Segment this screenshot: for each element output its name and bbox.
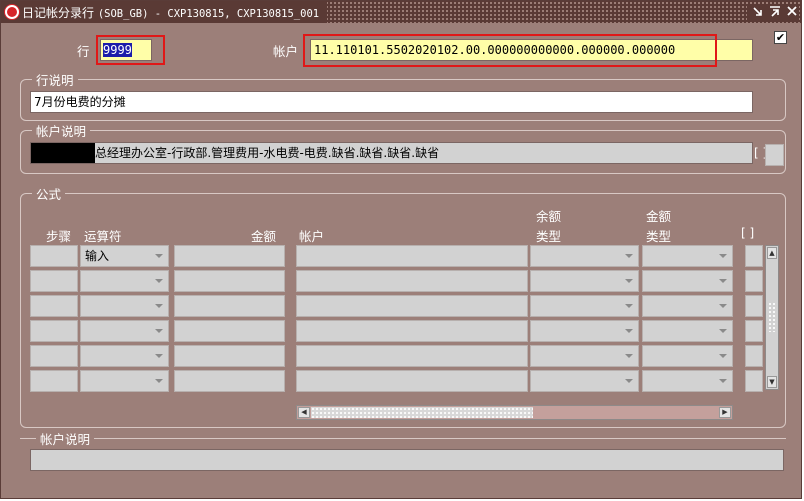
account-highlight-box	[303, 34, 717, 67]
formula-cell-operator[interactable]	[80, 320, 169, 342]
formula-cell-account[interactable]	[296, 270, 528, 292]
scroll-thumb[interactable]	[768, 302, 776, 332]
window-title-text: 日记帐分录行	[22, 5, 95, 20]
account-description-button[interactable]	[765, 144, 784, 166]
formula-cell-amount-type[interactable]	[642, 270, 733, 292]
horizontal-scroll-thumb[interactable]	[311, 407, 533, 418]
formula-cell-extra[interactable]	[745, 345, 763, 367]
window-controls	[747, 4, 799, 20]
formula-cell-amount[interactable]	[174, 345, 285, 367]
formula-cell-amount-type[interactable]	[642, 345, 733, 367]
formula-cell-amount[interactable]	[174, 270, 285, 292]
close-icon[interactable]	[785, 4, 799, 19]
bottom-account-description-field	[30, 449, 784, 471]
formula-cell-step[interactable]	[30, 345, 78, 367]
col-amount: 金额	[251, 229, 277, 244]
formula-cell-extra[interactable]	[745, 295, 763, 317]
formula-cell-amount-type[interactable]	[642, 295, 733, 317]
line-description-field[interactable]: 7月份电费的分摊	[30, 91, 753, 113]
journal-line-window: 日记帐分录行 (SOB_GB) - CXP130815, CXP130815_0…	[0, 0, 802, 499]
formula-cell-operator[interactable]	[80, 270, 169, 292]
account-description-value: 总经理办公室-行政部.管理费用-水电费-电费.缺省.缺省.缺省.缺省	[95, 146, 440, 160]
formula-cell-amount-type[interactable]	[642, 370, 733, 392]
formula-cell-amount-type[interactable]	[642, 245, 733, 267]
formula-cell-balance-type[interactable]	[530, 295, 639, 317]
formula-cell-amount[interactable]	[174, 245, 285, 267]
formula-cell-account[interactable]	[296, 345, 528, 367]
oracle-icon	[5, 5, 19, 19]
formula-cell-step[interactable]	[30, 320, 78, 342]
formula-cell-extra[interactable]	[745, 370, 763, 392]
col-balance-type-line1: 余额	[536, 209, 562, 224]
formula-vertical-scrollbar[interactable]: ▲ ▼	[765, 245, 779, 390]
formula-cell-extra[interactable]	[745, 270, 763, 292]
col-bracket: [ ]	[741, 226, 755, 240]
col-balance-type-line2: 类型	[536, 229, 562, 244]
formula-cell-step[interactable]	[30, 295, 78, 317]
redaction-block	[31, 143, 95, 163]
account-description-field: 总经理办公室-行政部.管理费用-水电费-电费.缺省.缺省.缺省.缺省	[30, 142, 753, 164]
scroll-right-icon[interactable]: ▶	[719, 407, 731, 418]
window-title: 日记帐分录行 (SOB_GB) - CXP130815, CXP130815_0…	[22, 4, 319, 21]
formula-cell-account[interactable]	[296, 370, 528, 392]
col-amount-type-line1: 金额	[646, 209, 672, 224]
col-step: 步骤	[46, 229, 72, 244]
bottom-divider	[20, 438, 786, 439]
formula-cell-account[interactable]	[296, 245, 528, 267]
minimize-icon[interactable]	[751, 4, 765, 19]
line-highlight-box	[96, 35, 165, 65]
window-title-context: (SOB_GB) - CXP130815, CXP130815_001	[97, 7, 320, 20]
formula-cell-step[interactable]	[30, 370, 78, 392]
formula-cell-extra[interactable]	[745, 245, 763, 267]
header-checkbox[interactable]: ✔	[774, 31, 787, 44]
scroll-down-icon[interactable]: ▼	[767, 376, 777, 388]
formula-cell-amount-type[interactable]	[642, 320, 733, 342]
bottom-account-description-title: 帐户说明	[36, 429, 95, 448]
formula-cell-extra[interactable]	[745, 320, 763, 342]
formula-cell-balance-type[interactable]	[530, 245, 639, 267]
title-bar[interactable]: 日记帐分录行 (SOB_GB) - CXP130815, CXP130815_0…	[1, 1, 801, 23]
line-label: 行	[77, 44, 90, 59]
col-operator: 运算符	[84, 229, 122, 244]
formula-horizontal-scrollbar[interactable]: ◀ ▶	[296, 405, 733, 420]
formula-cell-amount[interactable]	[174, 320, 285, 342]
account-label: 帐户	[273, 44, 299, 59]
account-description-title: 帐户说明	[32, 121, 91, 140]
scroll-up-icon[interactable]: ▲	[767, 247, 777, 259]
col-account: 帐户	[299, 229, 325, 244]
formula-cell-amount[interactable]	[174, 370, 285, 392]
formula-title: 公式	[32, 184, 66, 203]
formula-cell-amount[interactable]	[174, 295, 285, 317]
line-description-title: 行说明	[32, 70, 78, 89]
formula-cell-operator[interactable]	[80, 295, 169, 317]
formula-cell-balance-type[interactable]	[530, 320, 639, 342]
col-amount-type-line2: 类型	[646, 229, 672, 244]
formula-cell-account[interactable]	[296, 320, 528, 342]
title-left: 日记帐分录行 (SOB_GB) - CXP130815, CXP130815_0…	[1, 1, 328, 23]
maximize-icon[interactable]	[768, 4, 782, 19]
formula-cell-operator[interactable]: 输入	[80, 245, 169, 267]
formula-cell-balance-type[interactable]	[530, 345, 639, 367]
formula-cell-operator[interactable]	[80, 370, 169, 392]
formula-cell-balance-type[interactable]	[530, 370, 639, 392]
formula-cell-balance-type[interactable]	[530, 270, 639, 292]
formula-cell-step[interactable]	[30, 270, 78, 292]
formula-cell-step[interactable]	[30, 245, 78, 267]
formula-cell-operator[interactable]	[80, 345, 169, 367]
scroll-left-icon[interactable]: ◀	[298, 407, 310, 418]
formula-cell-account[interactable]	[296, 295, 528, 317]
